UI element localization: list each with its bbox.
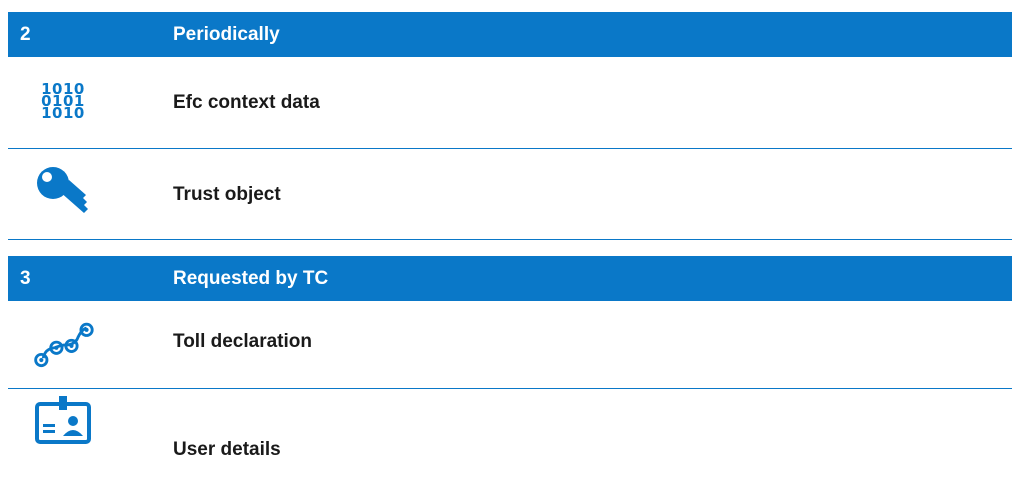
section-title: Periodically <box>173 23 280 45</box>
section-number: 2 <box>20 23 31 45</box>
section-header: 3 Requested by TC <box>8 256 1012 301</box>
item-label: Toll declaration <box>173 331 313 352</box>
binary-data-icon: 1010 0101 1010 <box>41 80 85 122</box>
section-requested-by-tc: 3 Requested by TC Toll declaration User … <box>8 256 1012 499</box>
section-header: 2 Periodically <box>8 12 1012 57</box>
item-label: User details <box>173 439 281 460</box>
item-label: Trust object <box>173 184 281 205</box>
list-item-efc-context-data: 1010 0101 1010 Efc context data <box>8 57 1012 149</box>
section-periodically: 2 Periodically 1010 0101 1010 Efc contex… <box>8 12 1012 240</box>
list-item-trust-object: Trust object <box>8 149 1012 240</box>
route-points-icon <box>30 315 96 373</box>
id-card-icon <box>30 391 96 449</box>
list-item-toll-declaration: Toll declaration <box>8 301 1012 389</box>
section-number: 3 <box>20 267 31 289</box>
section-title: Requested by TC <box>173 267 329 289</box>
key-icon <box>30 163 96 221</box>
item-label: Efc context data <box>173 92 320 113</box>
list-item-user-details: User details <box>8 389 1012 499</box>
